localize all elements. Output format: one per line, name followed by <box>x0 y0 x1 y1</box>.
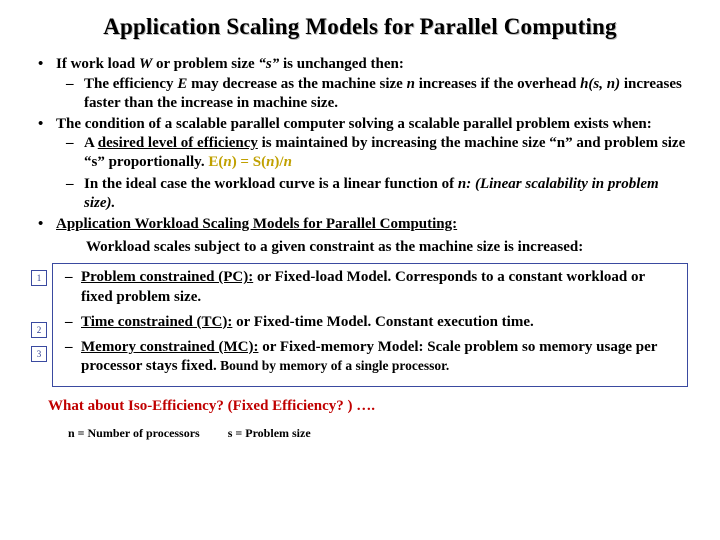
legend: n = Number of processors s = Problem size <box>68 426 692 441</box>
bullet-1: If work load W or problem size “s” is un… <box>28 55 692 113</box>
bullet-1-sub-1: The efficiency E may decrease as the mac… <box>56 75 692 113</box>
bullet-list: If work load W or problem size “s” is un… <box>28 55 692 234</box>
bullet-2-sub-2: In the ideal case the workload curve is … <box>56 175 692 213</box>
iso-efficiency-note: What about Iso-Efficiency? (Fixed Effici… <box>48 397 692 416</box>
model-tc: Time constrained (TC): or Fixed-time Mod… <box>61 313 679 332</box>
page-title: Application Scaling Models for Parallel … <box>28 12 692 41</box>
model-mc: Memory constrained (MC): or Fixed-memory… <box>61 338 679 376</box>
model-number-1: 1 <box>31 270 47 286</box>
model-number-2: 2 <box>31 322 47 338</box>
legend-n: n = Number of processors <box>68 426 200 440</box>
constraint-note: Workload scales subject to a given const… <box>86 238 692 257</box>
model-number-3: 3 <box>31 346 47 362</box>
bullet-3: Application Workload Scaling Models for … <box>28 215 692 234</box>
model-pc: Problem constrained (PC): or Fixed-load … <box>61 268 679 306</box>
legend-s: s = Problem size <box>228 426 311 440</box>
bullet-2-sub-1: A desired level of efficiency is maintai… <box>56 134 692 172</box>
bullet-2: The condition of a scalable parallel com… <box>28 115 692 213</box>
models-box: 1 2 3 Problem constrained (PC): or Fixed… <box>52 263 688 387</box>
